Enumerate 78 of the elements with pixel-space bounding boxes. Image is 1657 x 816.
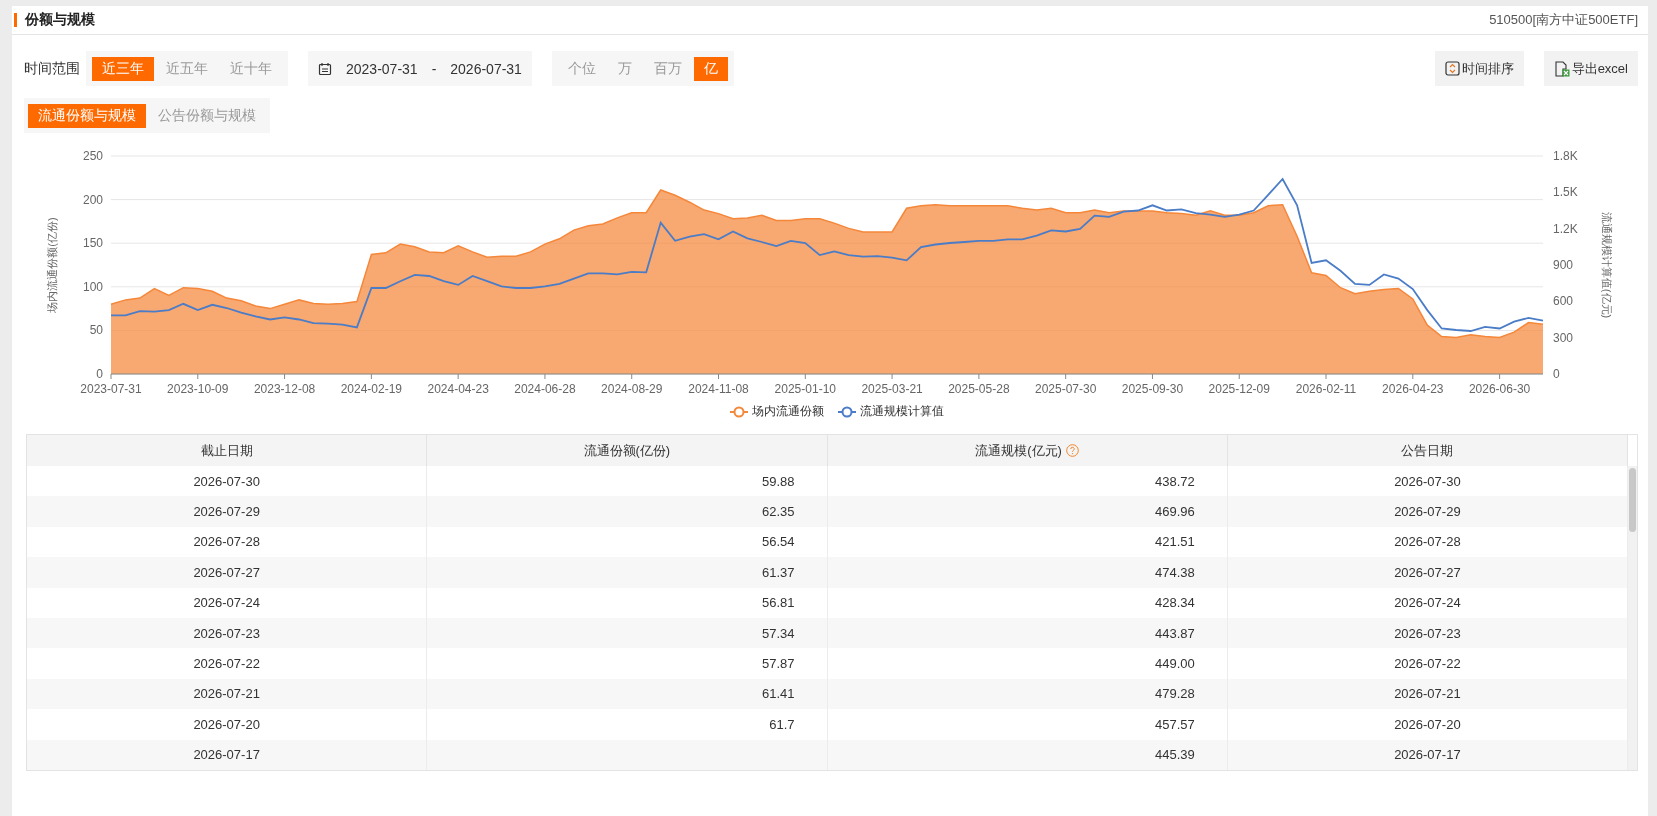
axis-tick-label: 300 — [1553, 330, 1574, 345]
fund-name: 510500[南方中证500ETF] — [1489, 11, 1638, 29]
column-title: 流通份额(亿份) — [583, 441, 671, 460]
table-cell: 62.35 — [427, 496, 828, 527]
table-cell: 445.39 — [827, 739, 1228, 770]
time-range-option[interactable]: 近五年 — [156, 56, 218, 81]
unit-option[interactable]: 亿 — [693, 56, 728, 81]
column-title: 截止日期 — [200, 441, 253, 460]
axis-tick-label: 2025-09-30 — [1121, 382, 1184, 396]
axis-tick-label: 2025-05-28 — [948, 382, 1010, 396]
sort-button[interactable]: 时间排序 — [1434, 51, 1524, 86]
table-cell: 2026-07-27 — [27, 557, 428, 588]
view-tab[interactable]: 流通份额与规模 — [28, 103, 146, 128]
axis-tick-label: 2025-01-10 — [774, 382, 836, 396]
axis-tick-label: 50 — [89, 323, 103, 338]
axis-tick-label: 200 — [82, 192, 103, 207]
axis-tick-label: 1.8K — [1553, 149, 1578, 163]
axis-tick-label: 2024-02-19 — [340, 382, 403, 396]
axis-tick-label: 1.2K — [1553, 221, 1578, 236]
unit-option[interactable]: 个位 — [557, 56, 606, 81]
title-marker — [14, 13, 17, 27]
table-cell: 428.34 — [827, 587, 1228, 618]
axis-tick-label: 2025-12-09 — [1208, 382, 1270, 396]
axis-tick-label: 2023-07-31 — [80, 382, 142, 396]
sort-icon — [1444, 61, 1460, 76]
axis-tick-label: 2024-04-23 — [427, 382, 489, 396]
column-title: 流通规模(亿元) — [975, 441, 1062, 460]
table-cell: 2026-07-17 — [27, 739, 428, 770]
excel-file-icon — [1553, 60, 1570, 77]
axis-tick-label: 0 — [1553, 367, 1560, 381]
table-cell: 474.38 — [827, 557, 1228, 588]
axis-tick-label: 2023-12-08 — [253, 382, 316, 396]
legend-marker-icon — [730, 405, 748, 418]
legend-item[interactable]: 流通规模计算值 — [838, 403, 944, 420]
axis-tick-label: 600 — [1553, 294, 1574, 309]
axis-tick-label: 2023-10-09 — [167, 382, 229, 396]
time-range-label: 时间范围 — [24, 59, 80, 78]
unit-option[interactable]: 百万 — [643, 56, 692, 81]
axis-tick-label: 1.5K — [1553, 185, 1578, 200]
axis-tick-label: 2024-08-29 — [601, 382, 663, 396]
calendar-icon — [318, 61, 332, 76]
scrollbar[interactable] — [1628, 466, 1637, 770]
table-cell: 449.00 — [827, 648, 1228, 679]
axis-tick-label: 0 — [96, 367, 103, 381]
time-range-option[interactable]: 近十年 — [220, 56, 282, 81]
axis-tick-label: 900 — [1553, 258, 1574, 272]
view-tab[interactable]: 公告份额与规模 — [148, 103, 266, 128]
date-range-field[interactable]: 2023-07-31 - 2026-07-31 — [308, 51, 532, 86]
axis-tick-label: 150 — [82, 236, 103, 251]
table-cell: 56.81 — [427, 587, 828, 618]
axis-tick-label: 2024-06-28 — [514, 382, 576, 396]
section-title: 份额与规模 — [25, 11, 95, 29]
axis-tick-label: 2026-06-30 — [1468, 382, 1531, 396]
axis-tick-label: 2024-11-08 — [688, 382, 749, 396]
axis-tick-label: 2025-03-21 — [861, 382, 923, 396]
axis-title: 场内流通份额(亿份) — [46, 217, 58, 313]
table-cell: 61.37 — [427, 557, 828, 588]
legend-item[interactable]: 场内流通份额 — [730, 403, 824, 420]
axis-title: 流通规模计算值(亿元) — [1601, 211, 1613, 319]
axis-tick-label: 2025-07-30 — [1034, 382, 1097, 396]
time-range-option[interactable]: 近三年 — [92, 56, 154, 81]
help-icon[interactable] — [1065, 444, 1079, 457]
table-cell: 2026-07-24 — [27, 587, 428, 618]
axis-tick-label: 2026-02-11 — [1295, 382, 1357, 396]
column-title: 公告日期 — [1401, 441, 1454, 460]
table-cell: 2026-07-20 — [27, 709, 428, 740]
legend-marker-icon — [838, 405, 856, 418]
table-cell: 2026-07-29 — [27, 496, 428, 527]
table-cell: 57.87 — [427, 648, 828, 679]
table-cell: 61.7 — [427, 709, 828, 740]
table-cell: 469.96 — [827, 496, 1228, 527]
axis-tick-label: 100 — [82, 279, 103, 294]
axis-tick-label: 250 — [82, 149, 103, 163]
table-cell: 457.57 — [827, 709, 1228, 740]
table-cell: 2026-07-22 — [27, 648, 428, 679]
export-button[interactable]: 导出excel — [1543, 51, 1638, 86]
axis-tick-label: 2026-04-23 — [1382, 382, 1444, 396]
unit-option[interactable]: 万 — [607, 56, 642, 81]
